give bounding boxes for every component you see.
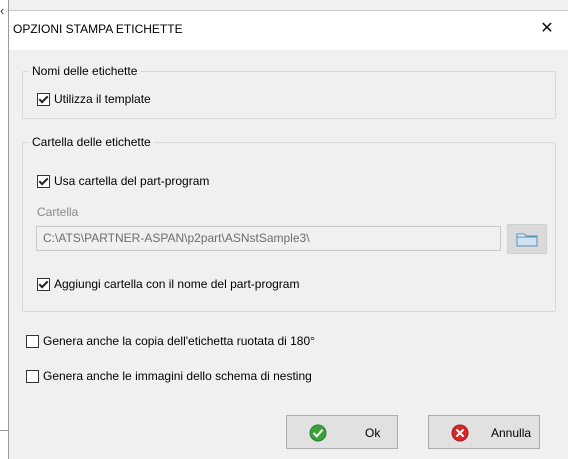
window-edge-tick — [0, 430, 8, 431]
folder-icon — [516, 233, 538, 247]
checkbox-label: Utilizza il template — [54, 92, 151, 106]
title-bar-border — [9, 10, 568, 11]
browse-folder-button[interactable] — [507, 224, 547, 254]
rotated-copy-checkbox[interactable]: Genera anche la copia dell'etichetta ruo… — [26, 334, 315, 348]
nesting-images-checkbox[interactable]: Genera anche le immagini dello schema di… — [26, 369, 312, 383]
checkbox-box[interactable] — [26, 334, 39, 348]
folder-label: Cartella — [37, 205, 79, 219]
checkbox-label: Aggiungi cartella con il nome del part-p… — [54, 277, 300, 291]
group-legend: Nomi delle etichette — [29, 64, 141, 78]
cancel-button[interactable]: Annulla — [428, 415, 540, 449]
checkbox-box[interactable] — [37, 92, 50, 106]
checkbox-label: Genera anche le immagini dello schema di… — [43, 369, 312, 383]
close-icon[interactable]: ✕ — [536, 18, 558, 40]
title-bar: OPZIONI STAMPA ETICHETTE ✕ — [9, 10, 568, 50]
folder-path-field[interactable]: C:\ATS\PARTNER-ASPAN\p2part\ASNstSample3… — [36, 226, 501, 251]
red-x-icon — [451, 424, 469, 442]
cancel-button-label: Annulla — [491, 426, 532, 440]
checkbox-box[interactable] — [37, 277, 50, 291]
checkbox-label: Genera anche la copia dell'etichetta ruo… — [43, 334, 315, 348]
use-part-program-folder-checkbox[interactable]: Usa cartella del part-program — [37, 174, 209, 188]
group-legend: Cartella delle etichette — [29, 135, 154, 149]
folder-path-value: C:\ATS\PARTNER-ASPAN\p2part\ASNstSample3… — [43, 231, 310, 245]
dialog-title: OPZIONI STAMPA ETICHETTE — [13, 22, 183, 36]
checkbox-box[interactable] — [26, 369, 39, 383]
ok-button-label: Ok — [365, 426, 381, 440]
green-check-icon — [309, 424, 327, 442]
ok-button[interactable]: Ok — [286, 415, 398, 449]
print-labels-dialog: OPZIONI STAMPA ETICHETTE ✕ Nomi delle et… — [9, 0, 568, 459]
checkbox-label: Usa cartella del part-program — [54, 174, 210, 188]
use-template-checkbox[interactable]: Utilizza il template — [37, 92, 151, 106]
chevron-left-icon: ‹ — [0, 3, 5, 18]
add-folder-with-name-checkbox[interactable]: Aggiungi cartella con il nome del part-p… — [37, 277, 299, 291]
background-window: ‹ — [0, 0, 9, 459]
checkbox-box[interactable] — [37, 174, 50, 188]
